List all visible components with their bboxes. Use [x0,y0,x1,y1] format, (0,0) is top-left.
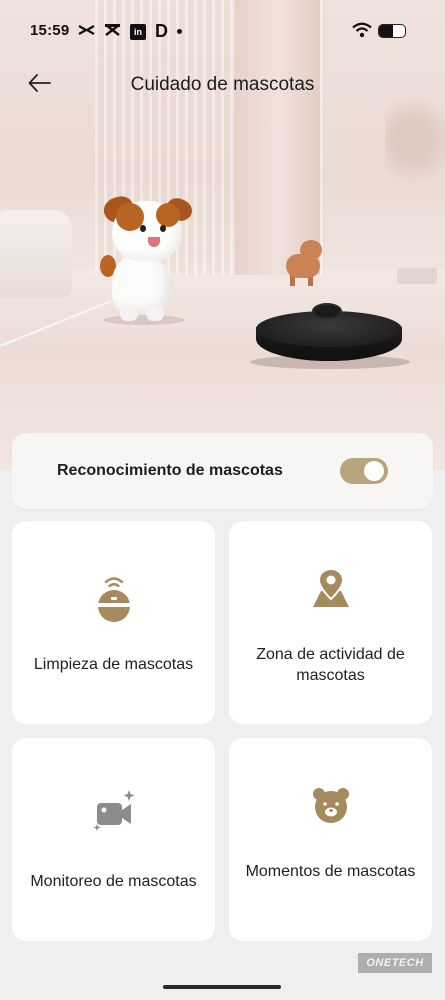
shelf [397,268,437,284]
pet-moments-label: Momentos de mascotas [245,863,416,880]
hero-illustration [0,0,445,470]
capcut-icon [78,23,95,40]
pet-cleaning-label: Limpieza de mascotas [33,656,194,673]
status-time: 15:59 [30,22,70,39]
pet-activity-zone-card[interactable]: Zona de actividad de mascotas [229,521,432,724]
pet-recognition-toggle[interactable] [340,458,388,484]
toggle-knob [364,461,384,481]
wifi-icon [352,22,372,43]
pet-recognition-label: Reconocimiento de mascotas [57,462,283,479]
robot-vacuum-illustration [250,305,410,369]
pet-monitoring-card[interactable]: Monitoreo de mascotas [12,738,215,941]
sofa [0,210,72,298]
d-app-icon: D [155,21,168,41]
small-dog-illustration [280,236,326,290]
pet-activity-zone-label: Zona de actividad de mascotas [256,646,405,684]
pet-monitoring-label: Monitoreo de mascotas [30,873,197,890]
notification-dot-icon [177,29,182,34]
status-app-icons: in D [78,21,182,42]
home-indicator[interactable] [163,985,281,989]
dog-illustration [98,192,196,325]
pet-moments-card[interactable]: Momentos de mascotas [229,738,432,941]
capcut-icon [104,23,121,40]
watermark: ONETECH [358,953,432,973]
bear-face-icon [229,785,432,825]
video-camera-icon [12,788,215,836]
map-pin-icon [229,567,432,611]
page-title: Cuidado de mascotas [130,74,315,95]
pet-recognition-row: Reconocimiento de mascotas [12,433,433,509]
status-bar: 15:59 in D [0,0,445,62]
linkedin-icon: in [130,23,146,40]
plant [385,95,445,185]
pet-cleaning-card[interactable]: Limpieza de mascotas [12,521,215,724]
battery-icon [378,24,406,38]
robot-vacuum-signal-icon [12,575,215,623]
